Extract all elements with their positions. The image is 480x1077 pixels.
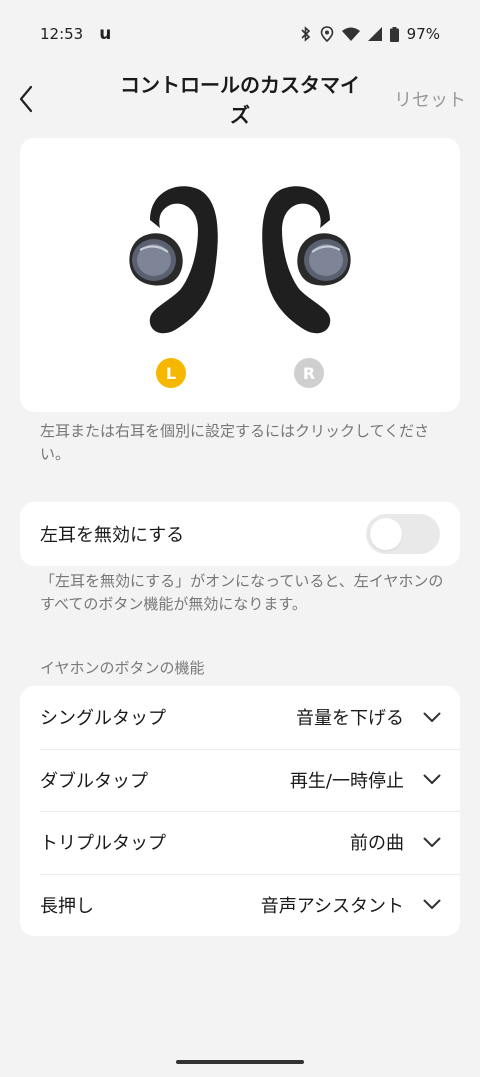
disable-hint: 「左耳を無効にする」がオンになっていると、左イヤホンのすべてのボタン機能が無効に… — [40, 572, 444, 613]
signal-icon — [367, 27, 382, 41]
back-button[interactable] — [10, 82, 42, 116]
home-indicator[interactable] — [176, 1060, 304, 1064]
left-side-selector[interactable]: L — [156, 358, 186, 388]
earbuds-card: L R — [20, 138, 460, 412]
button-functions-card: シングルタップ 音量を下げる ダブルタップ 再生/一時停止 トリプルタップ 前の… — [20, 686, 460, 936]
toggle-knob — [370, 518, 402, 550]
function-value: 再生/一時停止 — [289, 770, 404, 792]
left-earbud-image[interactable] — [120, 180, 220, 340]
page-title: コントロールのカスタマイズ — [120, 73, 360, 127]
reset-button[interactable]: リセット — [394, 86, 466, 112]
right-earbud-image[interactable] — [260, 180, 360, 340]
battery-icon — [389, 26, 399, 42]
location-icon — [320, 26, 334, 42]
chevron-down-icon — [422, 770, 442, 790]
function-label: シングルタップ — [40, 708, 166, 730]
earbud-select-hint: 左耳または右耳を個別に設定するにはクリックしてください。 — [40, 422, 430, 463]
function-row-triple-tap[interactable]: トリプルタップ 前の曲 — [20, 811, 460, 874]
function-value: 音声アシスタント — [260, 895, 404, 917]
right-side-selector[interactable]: R — [294, 358, 324, 388]
function-label: 長押し — [40, 895, 94, 917]
chevron-left-icon — [19, 85, 33, 113]
status-icons: 97% — [300, 25, 440, 43]
header: コントロールのカスタマイズ リセット — [0, 68, 480, 132]
disable-left-ear-label: 左耳を無効にする — [40, 525, 185, 546]
status-bar: 12:53 u 97% — [0, 0, 480, 68]
status-time: 12:53 — [40, 25, 84, 43]
wifi-icon — [341, 27, 360, 41]
function-label: トリプルタップ — [40, 833, 166, 855]
function-row-single-tap[interactable]: シングルタップ 音量を下げる — [20, 686, 460, 749]
app-notification-icon: u — [99, 24, 112, 44]
battery-percent: 97% — [406, 25, 440, 43]
function-value: 音量を下げる — [296, 708, 404, 730]
function-label: ダブルタップ — [40, 770, 148, 792]
function-row-long-press[interactable]: 長押し 音声アシスタント — [20, 873, 460, 937]
section-title-button-functions: イヤホンのボタンの機能 — [40, 659, 205, 677]
chevron-down-icon — [422, 895, 442, 915]
chevron-down-icon — [422, 832, 442, 852]
bluetooth-icon — [300, 26, 312, 42]
chevron-down-icon — [422, 707, 442, 727]
disable-left-ear-row: 左耳を無効にする — [20, 502, 460, 566]
function-value: 前の曲 — [350, 833, 404, 855]
function-row-double-tap[interactable]: ダブルタップ 再生/一時停止 — [20, 748, 460, 812]
disable-left-ear-toggle[interactable] — [366, 514, 440, 554]
